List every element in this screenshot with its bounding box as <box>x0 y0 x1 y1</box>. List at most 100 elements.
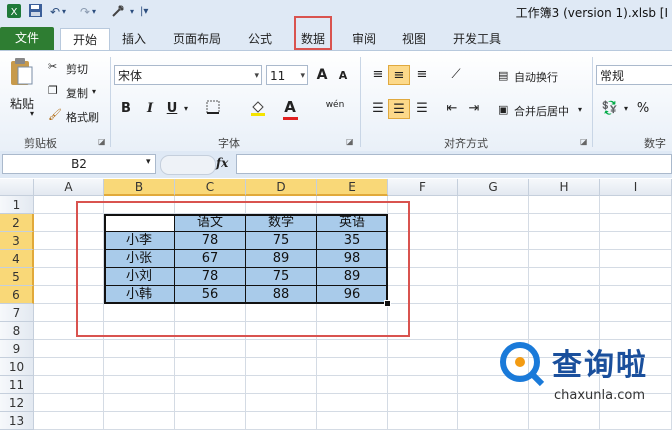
cell[interactable] <box>600 214 672 232</box>
column-header[interactable]: G <box>458 179 529 196</box>
chevron-down-icon[interactable]: ▾ <box>254 66 259 86</box>
align-top-button[interactable]: ≡ <box>368 65 388 85</box>
font-launcher-icon[interactable]: ◪ <box>346 137 354 146</box>
cell[interactable] <box>600 232 672 250</box>
column-header[interactable]: I <box>600 179 672 196</box>
cell[interactable] <box>458 250 529 268</box>
cell[interactable] <box>34 376 104 394</box>
cell[interactable] <box>104 340 175 358</box>
currency-format-button[interactable]: 💱 <box>600 99 620 119</box>
redo-dropdown-icon[interactable]: ▾ <box>92 3 96 21</box>
cell[interactable] <box>317 394 388 412</box>
merge-icon[interactable]: ▣ <box>498 103 508 116</box>
align-right-button[interactable]: ☰ <box>412 99 432 119</box>
column-header[interactable]: H <box>529 179 600 196</box>
font-size-combo[interactable]: 11 ▾ <box>266 65 308 85</box>
column-header[interactable]: E <box>317 179 388 196</box>
underline-dropdown-icon[interactable]: ▾ <box>182 99 190 119</box>
cell[interactable] <box>175 394 246 412</box>
cell[interactable] <box>175 340 246 358</box>
formula-input[interactable] <box>236 154 672 174</box>
alignment-launcher-icon[interactable]: ◪ <box>580 137 588 146</box>
row-header[interactable]: 2 <box>0 214 34 232</box>
orientation-button[interactable]: ⟋ <box>444 65 468 85</box>
merge-center-button[interactable]: 合并后居中 <box>514 103 569 119</box>
shrink-font-button[interactable]: A <box>336 66 350 86</box>
tab-view[interactable]: 视图 <box>394 28 434 50</box>
row-header[interactable]: 12 <box>0 394 34 412</box>
insert-function-button[interactable]: fx <box>216 156 228 170</box>
cell[interactable] <box>246 358 317 376</box>
cell[interactable] <box>317 412 388 430</box>
tab-developer[interactable]: 开发工具 <box>444 28 510 50</box>
row-header[interactable]: 1 <box>0 196 34 214</box>
row-header[interactable]: 5 <box>0 268 34 286</box>
column-header[interactable]: F <box>388 179 458 196</box>
save-icon[interactable] <box>28 3 43 21</box>
name-box[interactable]: B2 <box>2 154 156 174</box>
cell[interactable] <box>458 196 529 214</box>
tab-page-layout[interactable]: 页面布局 <box>164 28 230 50</box>
wrap-text-button[interactable]: 自动换行 <box>514 69 558 85</box>
tab-formulas[interactable]: 公式 <box>240 28 280 50</box>
wrap-text-icon[interactable]: ▤ <box>498 69 508 82</box>
format-painter-button[interactable]: 格式刷 <box>66 109 99 125</box>
cell[interactable] <box>600 250 672 268</box>
row-header[interactable]: 7 <box>0 304 34 322</box>
format-painter-icon[interactable]: 🖌 <box>48 108 62 121</box>
row-header[interactable]: 3 <box>0 232 34 250</box>
tab-insert[interactable]: 插入 <box>114 28 154 50</box>
currency-dropdown-icon[interactable]: ▾ <box>622 99 630 119</box>
align-center-button[interactable]: ☰ <box>388 99 410 119</box>
chevron-down-icon[interactable]: ▾ <box>300 66 305 86</box>
fill-color-button[interactable] <box>246 99 270 119</box>
row-header[interactable]: 13 <box>0 412 34 430</box>
cut-button[interactable]: 剪切 <box>66 61 88 77</box>
column-header[interactable]: B <box>104 179 175 196</box>
tab-review[interactable]: 审阅 <box>344 28 384 50</box>
select-all-corner[interactable] <box>0 179 34 196</box>
undo-dropdown-icon[interactable]: ▾ <box>62 3 66 21</box>
name-box-dropdown-icon[interactable]: ▾ <box>146 157 151 167</box>
copy-icon[interactable]: ❐ <box>48 84 58 97</box>
grow-font-button[interactable]: A <box>314 65 330 85</box>
copy-button[interactable]: 复制 <box>66 85 88 101</box>
cell[interactable] <box>388 394 458 412</box>
row-header[interactable]: 6 <box>0 286 34 304</box>
borders-button[interactable] <box>200 99 226 119</box>
tab-file[interactable]: 文件 <box>0 27 54 50</box>
cell[interactable] <box>34 340 104 358</box>
column-header[interactable]: A <box>34 179 104 196</box>
cell[interactable] <box>458 214 529 232</box>
cell[interactable] <box>529 214 600 232</box>
italic-button[interactable]: I <box>142 99 158 119</box>
cell[interactable] <box>175 412 246 430</box>
number-format-combo[interactable]: 常规 <box>596 65 672 85</box>
cell[interactable] <box>246 394 317 412</box>
cell[interactable] <box>175 358 246 376</box>
cell[interactable] <box>388 376 458 394</box>
cell[interactable] <box>388 340 458 358</box>
cell[interactable] <box>529 304 600 322</box>
cell[interactable] <box>529 232 600 250</box>
cell[interactable] <box>104 394 175 412</box>
tab-home[interactable]: 开始 <box>60 28 110 51</box>
cut-icon[interactable]: ✂ <box>48 60 57 73</box>
bold-button[interactable]: B <box>118 99 134 119</box>
cell[interactable] <box>458 268 529 286</box>
cell[interactable] <box>34 412 104 430</box>
undo-icon[interactable]: ↶ <box>50 3 60 21</box>
align-middle-button[interactable]: ≡ <box>388 65 410 85</box>
row-header[interactable]: 10 <box>0 358 34 376</box>
cell[interactable] <box>104 376 175 394</box>
cell[interactable] <box>104 358 175 376</box>
underline-button[interactable]: U <box>164 99 180 119</box>
cell[interactable] <box>104 412 175 430</box>
align-bottom-button[interactable]: ≡ <box>412 65 432 85</box>
cell[interactable] <box>34 358 104 376</box>
cell[interactable] <box>600 322 672 340</box>
excel-app-icon[interactable]: X <box>6 3 22 21</box>
cell[interactable] <box>529 286 600 304</box>
cell[interactable] <box>246 376 317 394</box>
cell[interactable] <box>246 340 317 358</box>
